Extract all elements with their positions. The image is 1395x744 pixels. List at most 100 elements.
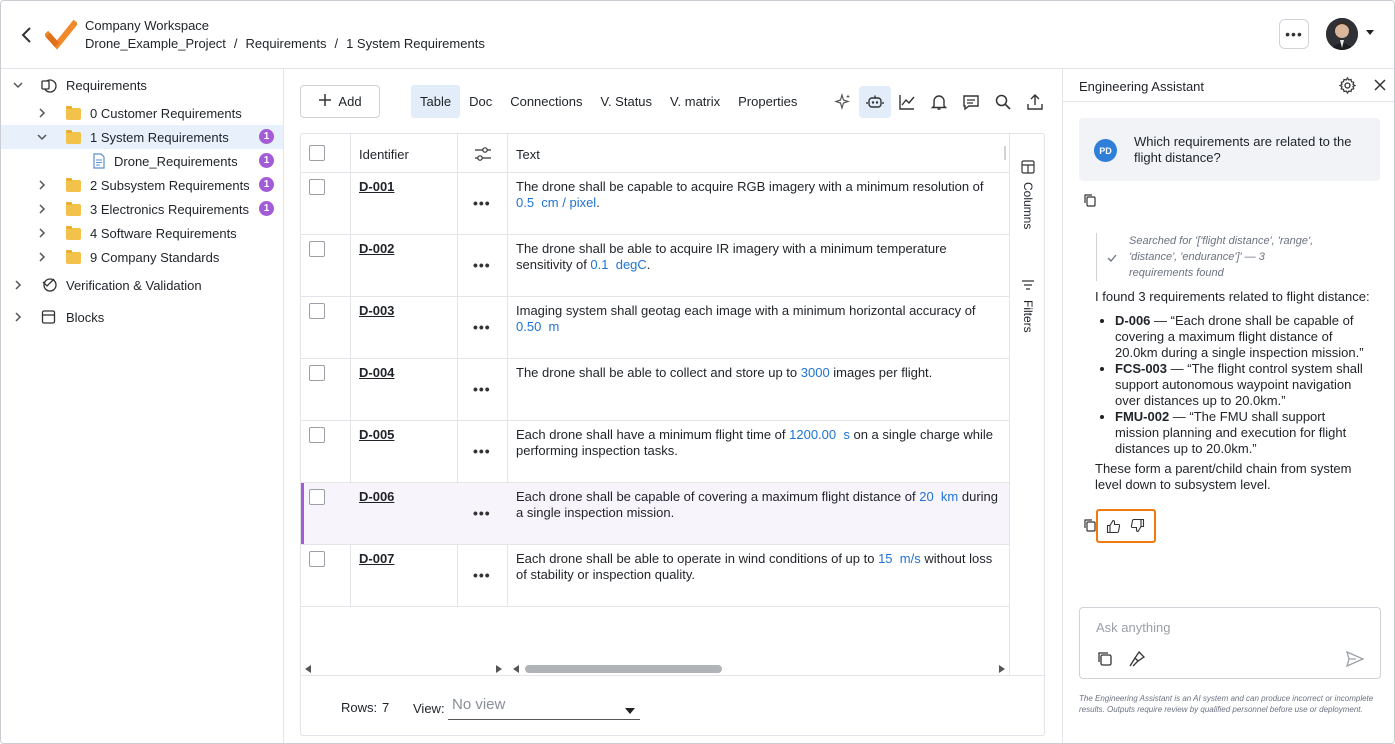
tree-item-blocks[interactable]: Blocks: [1, 305, 283, 329]
row-menu-button[interactable]: •••: [473, 505, 491, 521]
tab-v-status[interactable]: V. Status: [591, 85, 661, 118]
header-text[interactable]: Text: [516, 147, 540, 162]
row-menu-button[interactable]: •••: [473, 567, 491, 583]
row-menu-button[interactable]: •••: [473, 443, 491, 459]
table-row[interactable]: D-003 ••• Imaging system shall geotag each…: [301, 297, 1009, 359]
requirement-value[interactable]: 15 m/s: [878, 551, 921, 566]
send-icon[interactable]: [1345, 650, 1365, 670]
tree-item-system-requirements[interactable]: 1 System Requirements 1: [1, 125, 283, 149]
row-menu-button[interactable]: •••: [473, 319, 491, 335]
row-checkbox[interactable]: [309, 303, 325, 319]
export-icon[interactable]: [1019, 86, 1051, 118]
tab-table[interactable]: Table: [411, 85, 461, 118]
row-checkbox[interactable]: [309, 489, 325, 505]
chevron-down-icon[interactable]: [12, 79, 24, 91]
close-icon[interactable]: [1374, 79, 1386, 94]
requirement-id-link[interactable]: D-002: [359, 241, 394, 256]
view-select[interactable]: No view: [448, 688, 640, 720]
requirement-id-link[interactable]: D-006: [359, 489, 394, 504]
chevron-right-icon[interactable]: [12, 279, 24, 291]
row-menu-button[interactable]: •••: [473, 381, 491, 397]
ai-sparkle-icon[interactable]: [827, 86, 859, 118]
header-identifier[interactable]: Identifier: [359, 147, 409, 162]
table-row[interactable]: D-004 ••• The drone shall be able to colle…: [301, 359, 1009, 421]
column-resize-handle[interactable]: [1004, 146, 1006, 160]
tab-v-matrix[interactable]: V. matrix: [661, 85, 729, 118]
requirement-text[interactable]: Each drone shall be able to operate in w…: [516, 551, 1004, 583]
table-row[interactable]: D-002 ••• The drone shall be able to acqui…: [301, 235, 1009, 297]
copy-context-icon[interactable]: [1096, 650, 1114, 671]
requirement-value[interactable]: 3000: [801, 365, 830, 380]
bell-icon[interactable]: [923, 86, 955, 118]
tree-item-subsystem-requirements[interactable]: 2 Subsystem Requirements 1: [1, 173, 283, 197]
user-avatar[interactable]: [1326, 18, 1358, 50]
row-checkbox[interactable]: [309, 551, 325, 567]
more-options-button[interactable]: •••: [1279, 19, 1309, 49]
breadcrumb-current[interactable]: 1 System Requirements: [346, 36, 485, 51]
row-menu-button[interactable]: •••: [473, 257, 491, 273]
requirement-id-link[interactable]: D-004: [359, 365, 394, 380]
thumbs-up-icon[interactable]: [1106, 519, 1121, 537]
tab-properties[interactable]: Properties: [729, 85, 806, 118]
filter-icon[interactable]: [1021, 278, 1035, 295]
requirement-value[interactable]: 20 km: [919, 489, 958, 504]
requirement-text[interactable]: Each drone shall be capable of covering …: [516, 489, 1004, 521]
copy-icon[interactable]: [1083, 193, 1097, 207]
horizontal-scrollbar[interactable]: [301, 662, 1009, 676]
tree-item-company-standards[interactable]: 9 Company Standards: [1, 245, 283, 269]
robot-assistant-icon[interactable]: [859, 86, 891, 118]
requirement-text[interactable]: The drone shall be able to acquire IR im…: [516, 241, 1004, 273]
requirement-id-link[interactable]: D-005: [359, 427, 394, 442]
chart-icon[interactable]: [891, 86, 923, 118]
add-button[interactable]: Add: [300, 85, 380, 118]
requirement-id-link[interactable]: D-003: [359, 303, 394, 318]
table-row[interactable]: D-005 ••• Each drone shall have a minimum …: [301, 421, 1009, 483]
select-all-checkbox[interactable]: [309, 145, 325, 161]
row-menu-button[interactable]: •••: [473, 195, 491, 211]
row-checkbox[interactable]: [309, 427, 325, 443]
ask-input-box[interactable]: Ask anything: [1079, 607, 1381, 679]
requirement-value[interactable]: 0.50 m: [516, 319, 559, 334]
avatar-dropdown-icon[interactable]: [1366, 30, 1374, 35]
tree-item-requirements[interactable]: Requirements: [1, 73, 283, 97]
requirement-id-link[interactable]: D-007: [359, 551, 394, 566]
chevron-down-icon[interactable]: [36, 131, 48, 143]
breadcrumb-project[interactable]: Drone_Example_Project: [85, 36, 226, 51]
ask-input-placeholder[interactable]: Ask anything: [1096, 620, 1170, 635]
tree-item-drone-requirements[interactable]: Drone_Requirements 1: [1, 149, 283, 173]
back-arrow-icon[interactable]: [17, 23, 37, 47]
filters-tab[interactable]: Filters: [1021, 300, 1035, 333]
requirement-text[interactable]: The drone shall be capable to acquire RG…: [516, 179, 1004, 211]
row-checkbox[interactable]: [309, 179, 325, 195]
chevron-right-icon[interactable]: [36, 179, 48, 191]
table-row[interactable]: D-006 ••• Each drone shall be capable of c…: [301, 483, 1009, 545]
chevron-right-icon[interactable]: [12, 311, 24, 323]
copy-icon[interactable]: [1083, 518, 1097, 532]
row-checkbox[interactable]: [309, 241, 325, 257]
requirement-text[interactable]: The drone shall be able to collect and s…: [516, 365, 1004, 381]
columns-icon[interactable]: [1021, 160, 1035, 177]
requirement-value[interactable]: 0.1 degC: [590, 257, 646, 272]
table-row[interactable]: D-007 ••• Each drone shall be able to oper…: [301, 545, 1009, 607]
requirement-id-link[interactable]: D-001: [359, 179, 394, 194]
column-settings-icon[interactable]: [474, 146, 492, 165]
chevron-right-icon[interactable]: [36, 227, 48, 239]
tab-connections[interactable]: Connections: [501, 85, 591, 118]
tree-item-customer-requirements[interactable]: 0 Customer Requirements: [1, 101, 283, 125]
tree-item-electronics-requirements[interactable]: 3 Electronics Requirements 1: [1, 197, 283, 221]
requirement-text[interactable]: Each drone shall have a minimum flight t…: [516, 427, 1004, 459]
tree-item-software-requirements[interactable]: 4 Software Requirements: [1, 221, 283, 245]
thumbs-down-icon[interactable]: [1130, 518, 1145, 536]
requirement-value[interactable]: 1200.00 s: [789, 427, 850, 442]
chevron-right-icon[interactable]: [36, 203, 48, 215]
requirement-text[interactable]: Imaging system shall geotag each image w…: [516, 303, 1004, 335]
chevron-right-icon[interactable]: [36, 107, 48, 119]
columns-tab[interactable]: Columns: [1021, 182, 1035, 229]
tab-doc[interactable]: Doc: [460, 85, 501, 118]
gear-icon[interactable]: [1338, 76, 1357, 97]
comment-icon[interactable]: [955, 86, 987, 118]
breadcrumb-requirements[interactable]: Requirements: [246, 36, 327, 51]
row-checkbox[interactable]: [309, 365, 325, 381]
table-row[interactable]: D-001 ••• The drone shall be capable to ac…: [301, 173, 1009, 235]
tree-item-verification-validation[interactable]: Verification & Validation: [1, 273, 283, 297]
